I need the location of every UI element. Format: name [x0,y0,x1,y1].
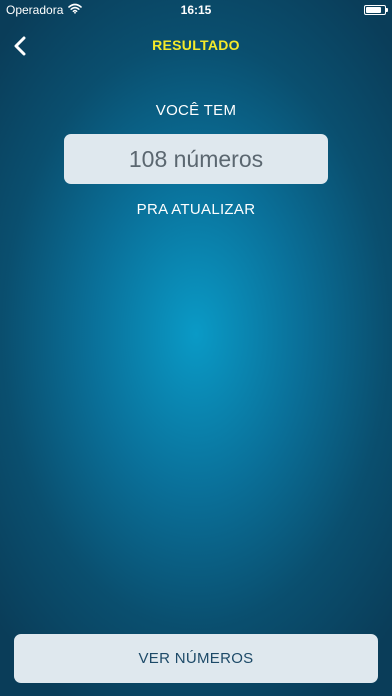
battery-icon [364,5,388,15]
view-numbers-label: VER NÚMEROS [138,650,254,667]
intro-label: VOCÊ TEM [155,102,237,119]
number-count-display: 108 números [64,134,328,184]
status-bar: Operadora 16:15 [0,0,392,20]
number-count-text: 108 números [128,145,264,172]
update-label: PRA ATUALIZAR [136,201,256,218]
view-numbers-button[interactable]: VER NÚMEROS [14,634,378,683]
page-title: RESULTADO [152,37,240,53]
nav-bar: RESULTADO [0,30,392,62]
status-time: 16:15 [180,3,212,17]
battery-level-fill [366,7,381,13]
